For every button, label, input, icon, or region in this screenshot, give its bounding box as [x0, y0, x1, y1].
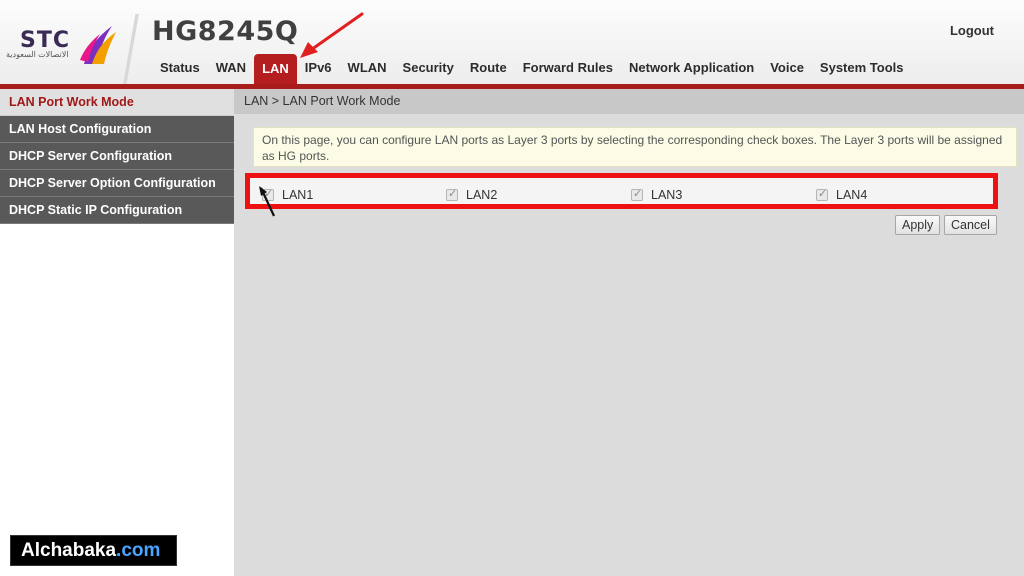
- sidebar: LAN Port Work Mode LAN Host Configuratio…: [0, 89, 234, 576]
- watermark-domain: .com: [116, 540, 161, 561]
- watermark: Alchabaka.com: [10, 535, 177, 566]
- lan2-checkbox[interactable]: [446, 187, 458, 201]
- lan3-label: LAN3: [651, 188, 683, 202]
- tab-network-application[interactable]: Network Application: [621, 54, 762, 82]
- logo-arabic-text: الاتصالات السعودية: [6, 50, 69, 59]
- tab-wan[interactable]: WAN: [208, 54, 254, 82]
- sidebar-item-dhcp-static-ip-configuration[interactable]: DHCP Static IP Configuration: [0, 197, 234, 224]
- cancel-button[interactable]: Cancel: [944, 215, 997, 235]
- sidebar-item-lan-host-configuration[interactable]: LAN Host Configuration: [0, 116, 234, 143]
- sidebar-item-dhcp-server-configuration[interactable]: DHCP Server Configuration: [0, 143, 234, 170]
- lan1-label: LAN1: [282, 188, 314, 202]
- logout-link[interactable]: Logout: [950, 23, 994, 38]
- stc-logo-mark-icon: [80, 26, 116, 64]
- tab-wlan[interactable]: WLAN: [340, 54, 395, 82]
- mouse-cursor-icon: [259, 186, 275, 217]
- tab-system-tools[interactable]: System Tools: [812, 54, 912, 82]
- tab-voice[interactable]: Voice: [762, 54, 812, 82]
- header: STC الاتصالات السعودية HG8245Q Logout St…: [0, 0, 1024, 88]
- port-lan2[interactable]: LAN2: [446, 187, 498, 202]
- lan3-checkbox[interactable]: [631, 187, 643, 201]
- tab-lan[interactable]: LAN: [254, 54, 297, 84]
- header-divider: [118, 14, 144, 84]
- port-lan3[interactable]: LAN3: [631, 187, 683, 202]
- tab-route[interactable]: Route: [462, 54, 515, 82]
- sidebar-item-dhcp-server-option-configuration[interactable]: DHCP Server Option Configuration: [0, 170, 234, 197]
- watermark-name: Alchabaka: [21, 540, 117, 561]
- lan2-label: LAN2: [466, 188, 498, 202]
- lan-ports-highlight-box: LAN1 LAN2 LAN3 LAN4: [245, 173, 998, 209]
- main-content: LAN > LAN Port Work Mode On this page, y…: [234, 89, 1024, 576]
- page-description: On this page, you can configure LAN port…: [253, 127, 1017, 167]
- sidebar-item-lan-port-work-mode[interactable]: LAN Port Work Mode: [0, 89, 234, 116]
- lan4-checkbox[interactable]: [816, 187, 828, 201]
- top-navigation: Status WAN LAN IPv6 WLAN Security Route …: [152, 54, 911, 84]
- lan4-label: LAN4: [836, 188, 868, 202]
- port-lan4[interactable]: LAN4: [816, 187, 868, 202]
- device-model-title: HG8245Q: [152, 16, 299, 47]
- tab-security[interactable]: Security: [395, 54, 462, 82]
- tab-ipv6[interactable]: IPv6: [297, 54, 340, 82]
- apply-button[interactable]: Apply: [895, 215, 941, 235]
- tab-status[interactable]: Status: [152, 54, 208, 82]
- breadcrumb: LAN > LAN Port Work Mode: [234, 89, 1024, 114]
- tab-forward-rules[interactable]: Forward Rules: [515, 54, 621, 82]
